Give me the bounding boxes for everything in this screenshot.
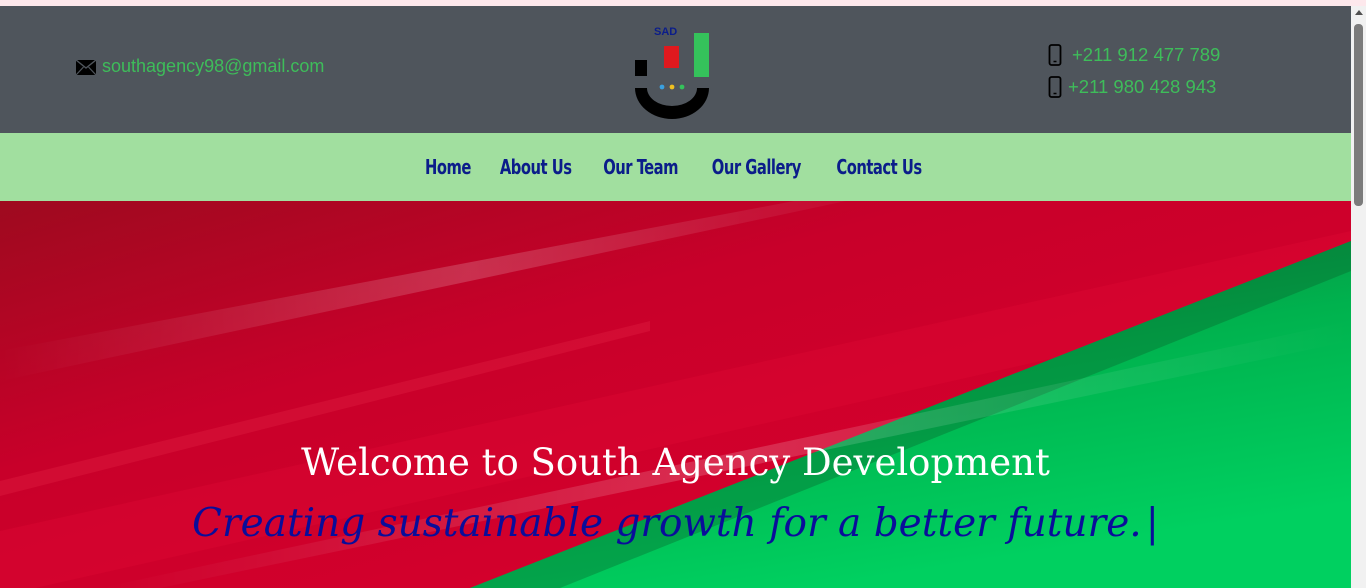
nav-about-us[interactable]: About Us [500, 155, 572, 179]
hero-subtitle: Creating sustainable growth for a better… [0, 501, 1351, 546]
hero-title: Welcome to South Agency Development [301, 441, 1050, 484]
envelope-icon [75, 59, 97, 76]
phone-list: +211 912 477 789 +211 980 428 943 [1048, 39, 1220, 103]
site-header: southagency98@gmail.com SAD +211 912 477… [0, 6, 1351, 133]
phone-number: +211 980 428 943 [1068, 76, 1217, 97]
hero-subtitle-text: Creating sustainable growth for a better… [192, 501, 1142, 546]
nav-our-gallery[interactable]: Our Gallery [712, 155, 802, 179]
nav-contact-us[interactable]: Contact Us [836, 155, 922, 179]
mobile-phone-icon [1048, 76, 1062, 98]
vertical-scrollbar[interactable] [1351, 6, 1366, 588]
nav-home[interactable]: Home [425, 155, 471, 179]
logo-text: SAD [654, 26, 677, 38]
phone-number: +211 912 477 789 [1072, 44, 1221, 65]
email-text: southagency98@gmail.com [102, 56, 325, 76]
scroll-thumb[interactable] [1354, 24, 1363, 206]
main-nav: Home About Us Our Team Our Gallery Conta… [0, 133, 1351, 201]
phone-item[interactable]: +211 912 477 789 [1048, 39, 1220, 71]
email-link[interactable]: southagency98@gmail.com [75, 56, 325, 77]
hero-banner: Welcome to South Agency Development Crea… [0, 201, 1351, 588]
mobile-phone-icon [1048, 44, 1062, 66]
logo[interactable]: SAD [631, 24, 713, 120]
nav-our-team[interactable]: Our Team [603, 155, 678, 179]
typing-cursor: | [1145, 501, 1159, 546]
scroll-up-arrow-icon[interactable] [1355, 10, 1363, 15]
phone-item[interactable]: +211 980 428 943 [1048, 71, 1220, 103]
